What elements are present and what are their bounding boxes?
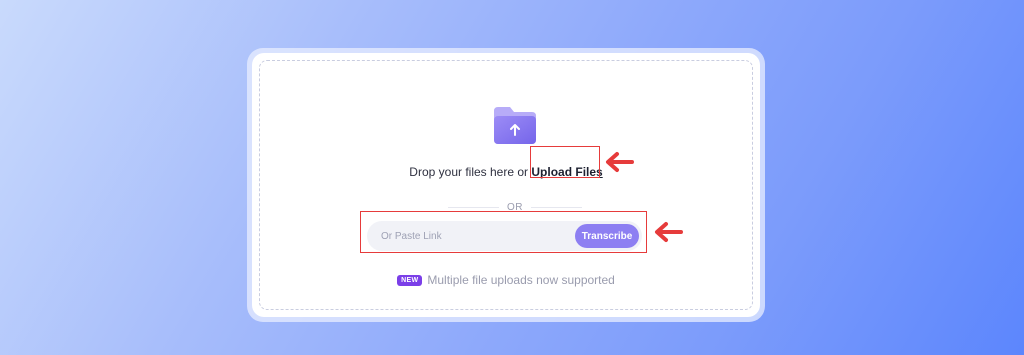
upload-files-link[interactable]: Upload Files xyxy=(531,165,602,179)
divider-line-left xyxy=(448,206,499,208)
folder-upload-icon[interactable] xyxy=(492,105,538,145)
paste-link-bar: Transcribe xyxy=(367,221,642,251)
drop-prompt-text: Drop your files here or xyxy=(409,165,532,179)
feature-notice: NEW Multiple file uploads now supported xyxy=(260,273,752,287)
upload-card-frame: Drop your files here or Upload Files OR … xyxy=(247,48,765,322)
upload-card: Drop your files here or Upload Files OR … xyxy=(252,53,760,317)
or-label: OR xyxy=(507,201,523,213)
divider-line-right xyxy=(531,206,582,208)
paste-link-input[interactable] xyxy=(381,221,571,251)
notice-text: Multiple file uploads now supported xyxy=(427,273,615,287)
or-divider: OR xyxy=(448,201,582,213)
file-dropzone[interactable]: Drop your files here or Upload Files OR … xyxy=(259,60,753,310)
new-badge: NEW xyxy=(397,274,423,286)
arrow-left-icon xyxy=(655,222,683,242)
transcribe-button[interactable]: Transcribe xyxy=(575,224,639,248)
arrow-left-icon xyxy=(606,152,634,172)
drop-prompt: Drop your files here or Upload Files xyxy=(260,165,752,179)
